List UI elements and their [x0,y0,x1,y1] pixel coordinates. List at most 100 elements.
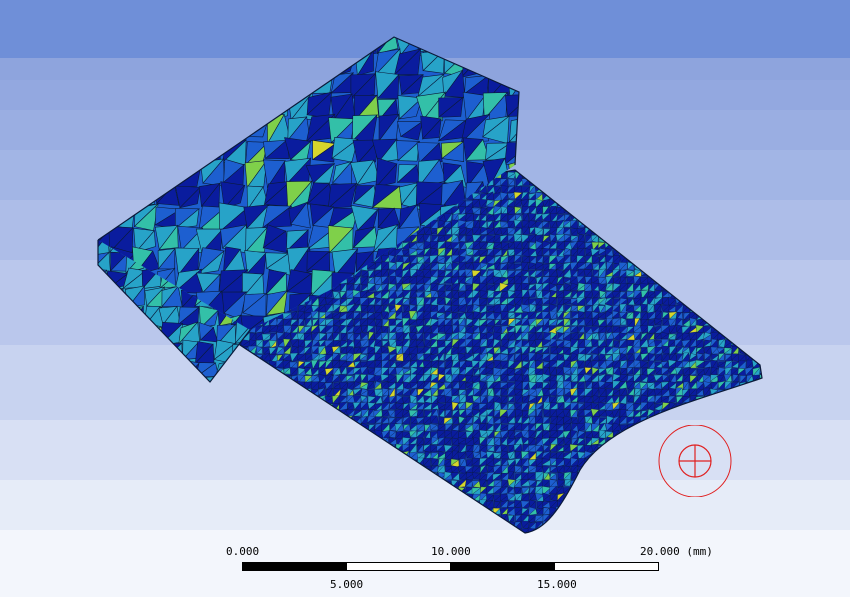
mesh-element [606,192,614,201]
mesh-element [759,172,762,181]
mesh-element [647,171,657,180]
mesh-element [613,170,622,173]
mesh-element [647,206,657,214]
mesh-model[interactable] [0,0,850,597]
mesh-element [270,381,277,390]
mesh-element [731,296,740,307]
mesh-element [690,263,699,271]
mesh-element [731,186,741,195]
mesh-element [612,199,621,208]
mesh-element [248,367,257,376]
mesh-element [598,219,606,228]
mesh-element [767,326,773,333]
mesh-element [598,214,607,222]
mesh-element [723,325,732,334]
mesh-element [759,276,762,286]
mesh-element [718,325,727,333]
mesh-element [696,233,704,242]
mesh-element [682,227,692,236]
mesh-element [668,185,678,194]
mesh-element [716,191,725,200]
mesh-element [731,213,741,222]
mesh-element [710,193,719,200]
mesh-element [723,171,734,179]
mesh-element [737,200,747,207]
mesh-element [709,254,718,264]
mesh-element [255,373,263,384]
graphics-viewport[interactable]: 0.000 10.000 20.000 (mm) 5.000 15.000 [0,0,850,597]
mesh-element [654,268,663,277]
mesh-element [690,171,697,179]
mesh-element [760,346,762,354]
mesh-element [683,240,691,251]
mesh-element [745,191,753,201]
mesh-element [768,284,775,292]
mesh-element [766,269,773,276]
mesh-element [646,184,655,193]
mesh-element [262,368,270,377]
mesh-element [626,184,635,194]
mesh-element [626,170,635,173]
mesh-element [248,366,257,376]
mesh-element [723,179,734,187]
mesh-element [716,234,725,242]
mesh-element [298,388,306,398]
mesh-element [682,192,691,202]
mesh-element [759,241,762,250]
mesh-element [710,219,719,229]
mesh-element [605,178,614,186]
mesh-element [661,172,669,181]
mesh-element [535,172,543,179]
mesh-element [667,254,677,265]
mesh-element [751,276,761,286]
mesh-element [590,198,599,207]
mesh-element [598,171,606,179]
mesh-element [535,179,545,186]
mesh-element [647,177,657,187]
mesh-element [696,179,705,187]
mesh-element [625,248,636,258]
mesh-element [598,185,608,194]
mesh-element [674,170,685,172]
mesh-element [760,256,762,264]
mesh-element [717,198,727,207]
mesh-element [725,226,733,237]
mesh-element [732,268,740,279]
mesh-element [695,193,705,201]
mesh-element [709,311,720,321]
mesh-element [752,192,760,201]
mesh-element [709,235,719,244]
mesh-element [534,170,544,172]
mesh-element [668,178,677,186]
mesh-element [261,381,270,390]
mesh-element [760,270,762,277]
mesh-element [660,261,671,271]
mesh-element [578,170,586,173]
mesh-element [725,186,733,195]
mesh-element [759,185,762,195]
mesh-element [681,291,691,300]
mesh-element [569,191,579,200]
mesh-element [745,213,754,222]
mesh-element [745,199,753,209]
mesh-element [689,212,697,221]
mesh-element [640,213,649,221]
mesh-element [626,205,635,214]
mesh-element [667,247,676,256]
mesh-element [723,170,734,173]
mesh-element [690,185,699,194]
mesh-element [654,177,662,187]
mesh-element [662,220,671,229]
mesh-element [738,283,746,291]
mesh-element [697,304,704,312]
mesh-element [682,233,690,242]
mesh-element [641,241,648,250]
mesh-element [681,291,691,298]
mesh-element [744,332,755,341]
mesh-element [758,193,762,201]
mesh-element [548,170,558,173]
mesh-element [732,198,740,208]
mesh-element [577,170,587,173]
mesh-element [549,177,558,188]
mesh-element [731,227,740,236]
